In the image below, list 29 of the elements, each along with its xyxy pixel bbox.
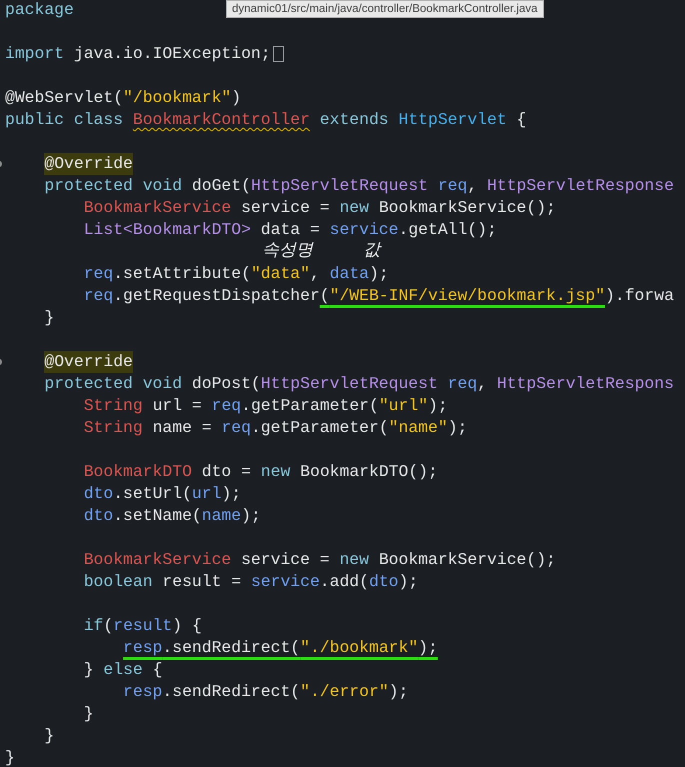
code-line: package xyxy=(5,0,74,21)
handwritten-note: 값 xyxy=(363,238,380,260)
code-line: } else { xyxy=(82,659,162,681)
code-line: resp.sendRedirect("./error"); xyxy=(122,681,408,703)
code-line: String url = req.getParameter("url"); xyxy=(82,395,448,417)
code-line: } xyxy=(43,307,54,329)
folded-code-icon[interactable] xyxy=(272,46,284,62)
code-line: public class BookmarkController extends HttpServlet { xyxy=(5,109,526,131)
code-line: List<BookmarkDTO> data = service.getAll(); xyxy=(82,219,497,241)
code-line: import java.io.IOException; xyxy=(5,43,271,65)
handwritten-note: 속성명 xyxy=(262,238,313,260)
code-line: BookmarkDTO dto = new BookmarkDTO(); xyxy=(82,461,438,483)
file-path-tooltip: dynamic01/src/main/java/controller/BookmarkController.java xyxy=(226,0,544,18)
code-line: } xyxy=(43,725,54,747)
code-line: BookmarkService service = new BookmarkService(); xyxy=(82,197,556,219)
code-line: req.getRequestDispatcher("/WEB-INF/view/bookmark.jsp").forwa xyxy=(82,285,674,307)
code-line: protected void doGet(HttpServletRequest req, HttpServletResponse xyxy=(43,175,674,197)
code-line: String name = req.getParameter("name"); xyxy=(82,417,468,439)
code-line: BookmarkService service = new BookmarkService(); xyxy=(82,549,556,571)
code-line: resp.sendRedirect("./bookmark"); xyxy=(122,637,438,659)
code-line: dto.setUrl(url); xyxy=(82,483,242,505)
code-line: protected void doPost(HttpServletRequest req, HttpServletRespons xyxy=(43,373,674,395)
code-line: boolean result = service.add(dto); xyxy=(82,571,418,593)
code-line: dto.setName(name); xyxy=(82,505,261,527)
code-line: @WebServlet("/bookmark") xyxy=(5,87,242,109)
code-line: if(result) { xyxy=(82,615,202,637)
code-line: } xyxy=(82,703,94,725)
code-line: } xyxy=(5,747,15,766)
code-line: req.setAttribute("data", data); xyxy=(82,263,389,285)
